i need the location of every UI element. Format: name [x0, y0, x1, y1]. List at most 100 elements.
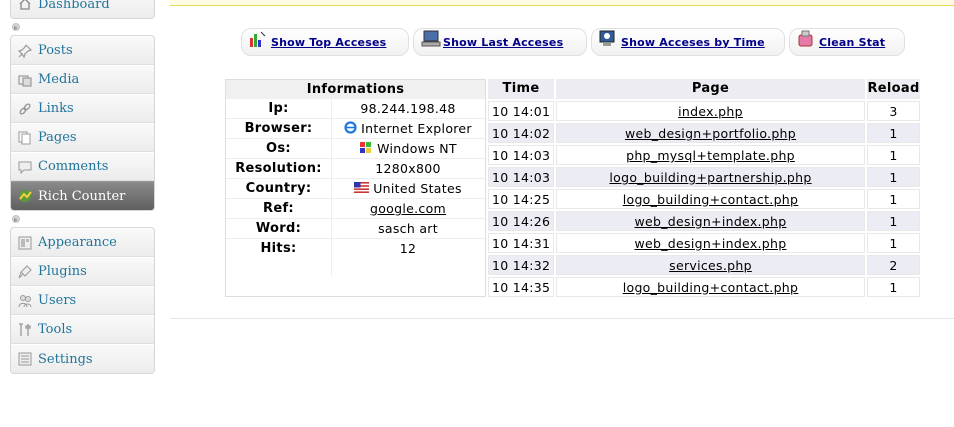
- table-row: 10 14:26 web_design+index.php 1: [488, 211, 922, 231]
- us-flag-icon: [354, 181, 370, 196]
- cell-time: 10 14:25: [488, 189, 554, 209]
- column-header-page: Page: [556, 79, 865, 99]
- info-key: Hits:: [260, 241, 297, 256]
- cell-reload: 1: [867, 145, 920, 165]
- info-value: 98.244.198.48: [360, 101, 456, 116]
- menu-item-comments[interactable]: Comments: [11, 152, 154, 181]
- info-value: 1280x800: [375, 161, 441, 176]
- menu-item-pages[interactable]: Pages: [11, 123, 154, 152]
- info-row-resolution: Resolution: 1280x800: [226, 159, 485, 179]
- media-icon: [17, 72, 33, 88]
- page-link[interactable]: services.php: [669, 258, 752, 273]
- menu-item-users[interactable]: Users: [11, 286, 154, 315]
- menu-item-dashboard[interactable]: Dashboard: [11, 0, 154, 18]
- info-row-ip: Ip: 98.244.198.48: [226, 99, 485, 119]
- menu-label: Tools: [38, 322, 73, 337]
- info-value: 12: [399, 241, 417, 256]
- menu-separator[interactable]: [10, 19, 155, 35]
- comment-icon: [17, 159, 33, 175]
- monitor-clock-icon: [599, 30, 617, 48]
- show-last-acceses-button[interactable]: Show Last Acceses: [413, 28, 587, 56]
- cell-reload: 1: [867, 233, 920, 253]
- menu-item-posts[interactable]: Posts: [11, 36, 154, 65]
- page-link[interactable]: logo_building+contact.php: [623, 192, 799, 207]
- cell-reload: 3: [867, 101, 920, 121]
- menu-group-content: Posts Media Links Pages Comments Rich Co…: [10, 35, 155, 211]
- cell-time: 10 14:32: [488, 255, 554, 275]
- page-link[interactable]: web_design+index.php: [634, 214, 786, 229]
- info-row-browser: Browser: Internet Explorer: [226, 119, 485, 139]
- button-label: Clean Stat: [819, 35, 886, 49]
- menu-group-dashboard: Dashboard: [10, 0, 155, 19]
- cell-time: 10 14:03: [488, 167, 554, 187]
- page-link[interactable]: logo_building+partnership.php: [609, 170, 811, 185]
- cell-time: 10 14:31: [488, 233, 554, 253]
- menu-label: Posts: [38, 43, 73, 58]
- computer-icon: [421, 30, 441, 48]
- tools-icon: [17, 322, 33, 338]
- cell-time: 10 14:03: [488, 145, 554, 165]
- counter-icon: [17, 188, 33, 204]
- info-row-hits: Hits: 12: [226, 239, 485, 258]
- info-value: Windows NT: [377, 141, 457, 156]
- menu-label: Rich Counter: [38, 188, 126, 204]
- cell-reload: 1: [867, 189, 920, 209]
- info-key: Browser:: [244, 121, 313, 136]
- menu-item-links[interactable]: Links: [11, 94, 154, 123]
- info-key: Word:: [255, 221, 302, 236]
- windows-icon: [359, 141, 373, 157]
- info-row-os: Os: Windows NT: [226, 139, 485, 159]
- notice-bar: [170, 0, 954, 6]
- table-row: 10 14:25 logo_building+contact.php 1: [488, 189, 922, 209]
- clean-icon: [797, 30, 815, 48]
- cell-reload: 1: [867, 123, 920, 143]
- menu-item-appearance[interactable]: Appearance: [11, 228, 154, 257]
- users-icon: [17, 293, 33, 309]
- clean-stat-button[interactable]: Clean Stat: [789, 28, 905, 56]
- cell-reload: 1: [867, 277, 920, 297]
- cell-reload: 1: [867, 211, 920, 231]
- menu-item-tools[interactable]: Tools: [11, 315, 154, 344]
- menu-item-rich-counter[interactable]: Rich Counter: [11, 181, 154, 210]
- menu-label: Links: [38, 101, 74, 116]
- show-acceses-by-time-button[interactable]: Show Acceses by Time: [591, 28, 785, 56]
- menu-label: Users: [38, 293, 77, 308]
- menu-item-plugins[interactable]: Plugins: [11, 257, 154, 286]
- page-link[interactable]: web_design+portfolio.php: [625, 126, 796, 141]
- admin-sidebar: Dashboard Posts Media Links Pages Commen…: [10, 0, 155, 374]
- button-label: Show Last Acceses: [443, 35, 564, 49]
- cell-time: 10 14:02: [488, 123, 554, 143]
- pushpin-icon: [17, 43, 33, 59]
- content-divider: [170, 318, 954, 319]
- ie-browser-icon: [344, 120, 357, 137]
- plugin-icon: [17, 264, 33, 280]
- access-table-header: Time Page Reload: [488, 79, 922, 99]
- menu-label: Pages: [38, 130, 77, 145]
- info-row-ref: Ref: google.com: [226, 199, 485, 219]
- table-row: 10 14:03 logo_building+partnership.php 1: [488, 167, 922, 187]
- info-value: sasch art: [378, 221, 438, 236]
- bar-chart-icon: [249, 30, 267, 48]
- info-row-word: Word: sasch art: [226, 219, 485, 239]
- page-link[interactable]: php_mysql+template.php: [626, 148, 795, 163]
- info-key: Os:: [266, 141, 291, 156]
- info-key: Ip:: [268, 101, 289, 116]
- cell-time: 10 14:01: [488, 101, 554, 121]
- column-header-reload: Reload: [867, 79, 920, 99]
- cell-time: 10 14:35: [488, 277, 554, 297]
- menu-label: Appearance: [38, 235, 117, 250]
- cell-reload: 2: [867, 255, 920, 275]
- menu-separator[interactable]: [10, 211, 155, 227]
- page-link[interactable]: web_design+index.php: [634, 236, 786, 251]
- informations-title: Informations: [226, 80, 485, 99]
- page-link[interactable]: index.php: [678, 104, 743, 119]
- page-link[interactable]: logo_building+contact.php: [623, 280, 799, 295]
- cell-time: 10 14:26: [488, 211, 554, 231]
- referrer-link[interactable]: google.com: [370, 201, 446, 216]
- informations-table: Informations Ip: 98.244.198.48 Browser: …: [225, 79, 486, 297]
- menu-item-settings[interactable]: Settings: [11, 344, 154, 373]
- show-top-acceses-button[interactable]: Show Top Acceses: [241, 28, 409, 56]
- column-header-time: Time: [488, 79, 554, 99]
- info-row-country: Country: United States: [226, 179, 485, 199]
- menu-item-media[interactable]: Media: [11, 65, 154, 94]
